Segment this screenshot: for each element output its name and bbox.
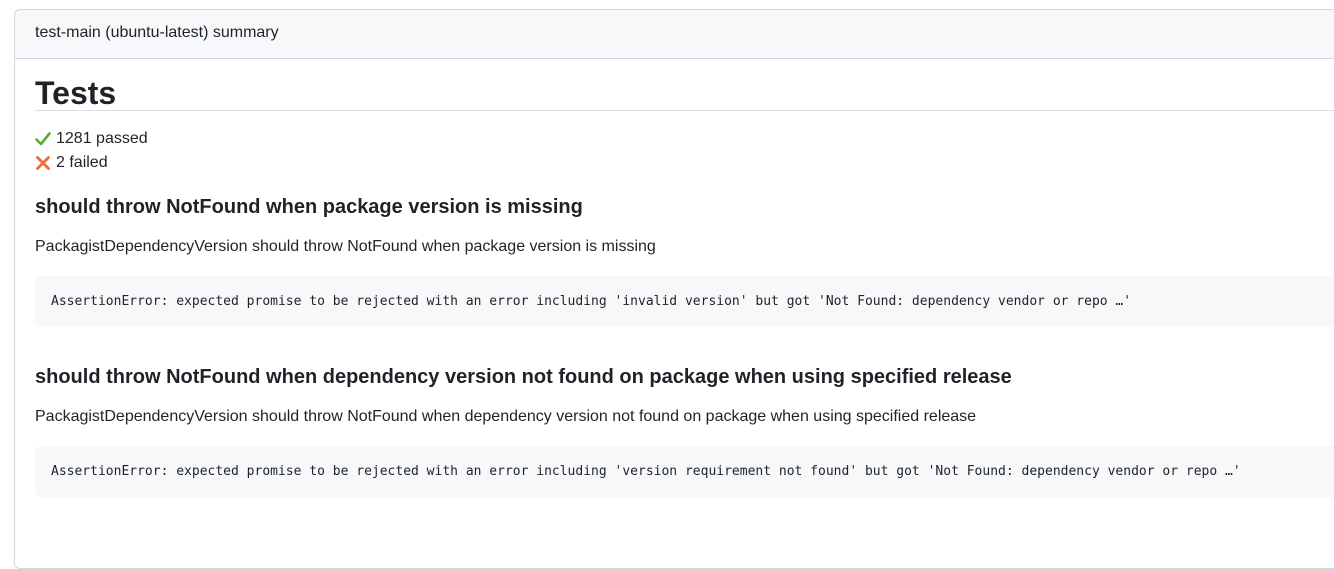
summary-content: Tests 1281 passed 2 failed should throw … — [15, 59, 1334, 497]
test-stats: 1281 passed 2 failed — [35, 127, 1334, 175]
failed-test-2: should throw NotFound when dependency ve… — [35, 363, 1334, 497]
summary-panel: test-main (ubuntu-latest) summary Tests … — [14, 9, 1334, 569]
check-mark-icon — [35, 131, 51, 147]
tests-heading: Tests — [35, 59, 1334, 111]
error-code-block: AssertionError: expected promise to be r… — [35, 446, 1334, 497]
failed-test-description: PackagistDependencyVersion should throw … — [35, 408, 977, 425]
failed-test-description: PackagistDependencyVersion should throw … — [35, 238, 656, 255]
cross-mark-icon — [35, 155, 51, 171]
error-message: AssertionError: expected promise to be r… — [51, 464, 1241, 479]
failed-count: 2 failed — [56, 154, 108, 171]
passed-count: 1281 passed — [56, 130, 148, 147]
failed-test-title: should throw NotFound when package versi… — [35, 196, 583, 218]
summary-header: test-main (ubuntu-latest) summary — [15, 10, 1334, 59]
error-message: AssertionError: expected promise to be r… — [51, 294, 1132, 309]
failed-stat: 2 failed — [35, 151, 1334, 175]
failed-test-1: should throw NotFound when package versi… — [35, 193, 1334, 327]
passed-stat: 1281 passed — [35, 127, 1334, 151]
failed-test-title: should throw NotFound when dependency ve… — [35, 366, 1012, 388]
error-code-block: AssertionError: expected promise to be r… — [35, 276, 1334, 327]
summary-header-title: test-main (ubuntu-latest) summary — [35, 24, 279, 41]
